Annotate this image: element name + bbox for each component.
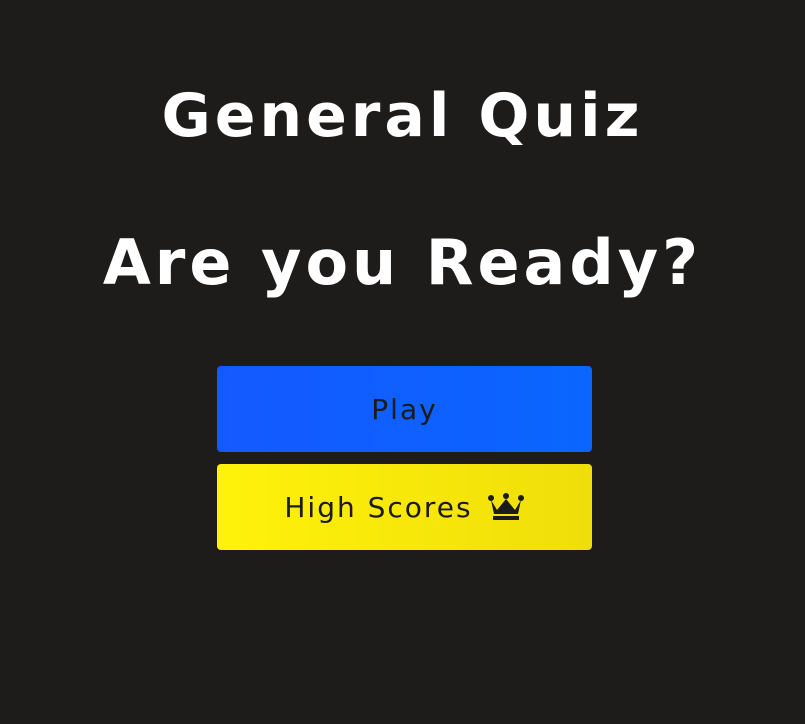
- high-scores-button[interactable]: High Scores: [217, 464, 592, 550]
- high-scores-button-label: High Scores: [284, 490, 473, 524]
- play-button[interactable]: Play: [217, 366, 592, 452]
- start-screen: General Quiz Are you Ready? Play High Sc…: [0, 0, 805, 724]
- page-title: General Quiz: [161, 81, 644, 151]
- play-button-label: Play: [371, 392, 438, 426]
- ready-prompt: Are you Ready?: [102, 226, 703, 299]
- crown-icon: [487, 492, 525, 522]
